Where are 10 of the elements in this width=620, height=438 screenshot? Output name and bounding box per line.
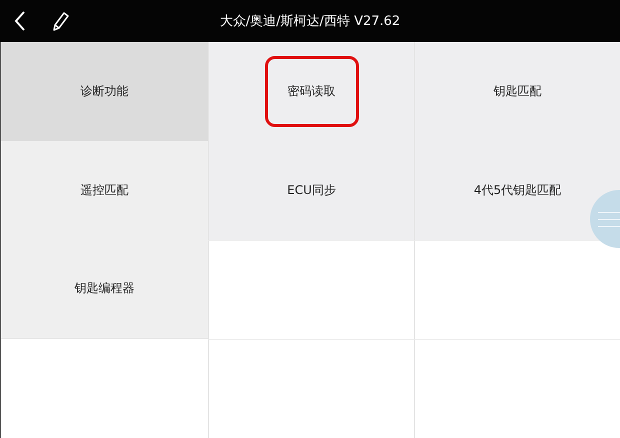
back-icon[interactable] (14, 11, 26, 31)
function-tile[interactable]: ECU同步 (208, 141, 414, 240)
window-title: 大众/奥迪/斯柯达/西特 V27.62 (218, 13, 402, 30)
function-tile[interactable]: 钥匙匹配 (414, 42, 620, 141)
sidebar-item[interactable]: 钥匙编程器 (1, 240, 208, 338)
function-tile[interactable]: 密码读取 (208, 42, 414, 141)
function-tile[interactable]: 4代5代钥匙匹配 (414, 141, 620, 240)
sidebar-item[interactable]: 诊断功能 (1, 42, 208, 141)
pencil-icon[interactable] (52, 11, 70, 31)
sidebar-item[interactable]: 遥控匹配 (1, 140, 208, 240)
